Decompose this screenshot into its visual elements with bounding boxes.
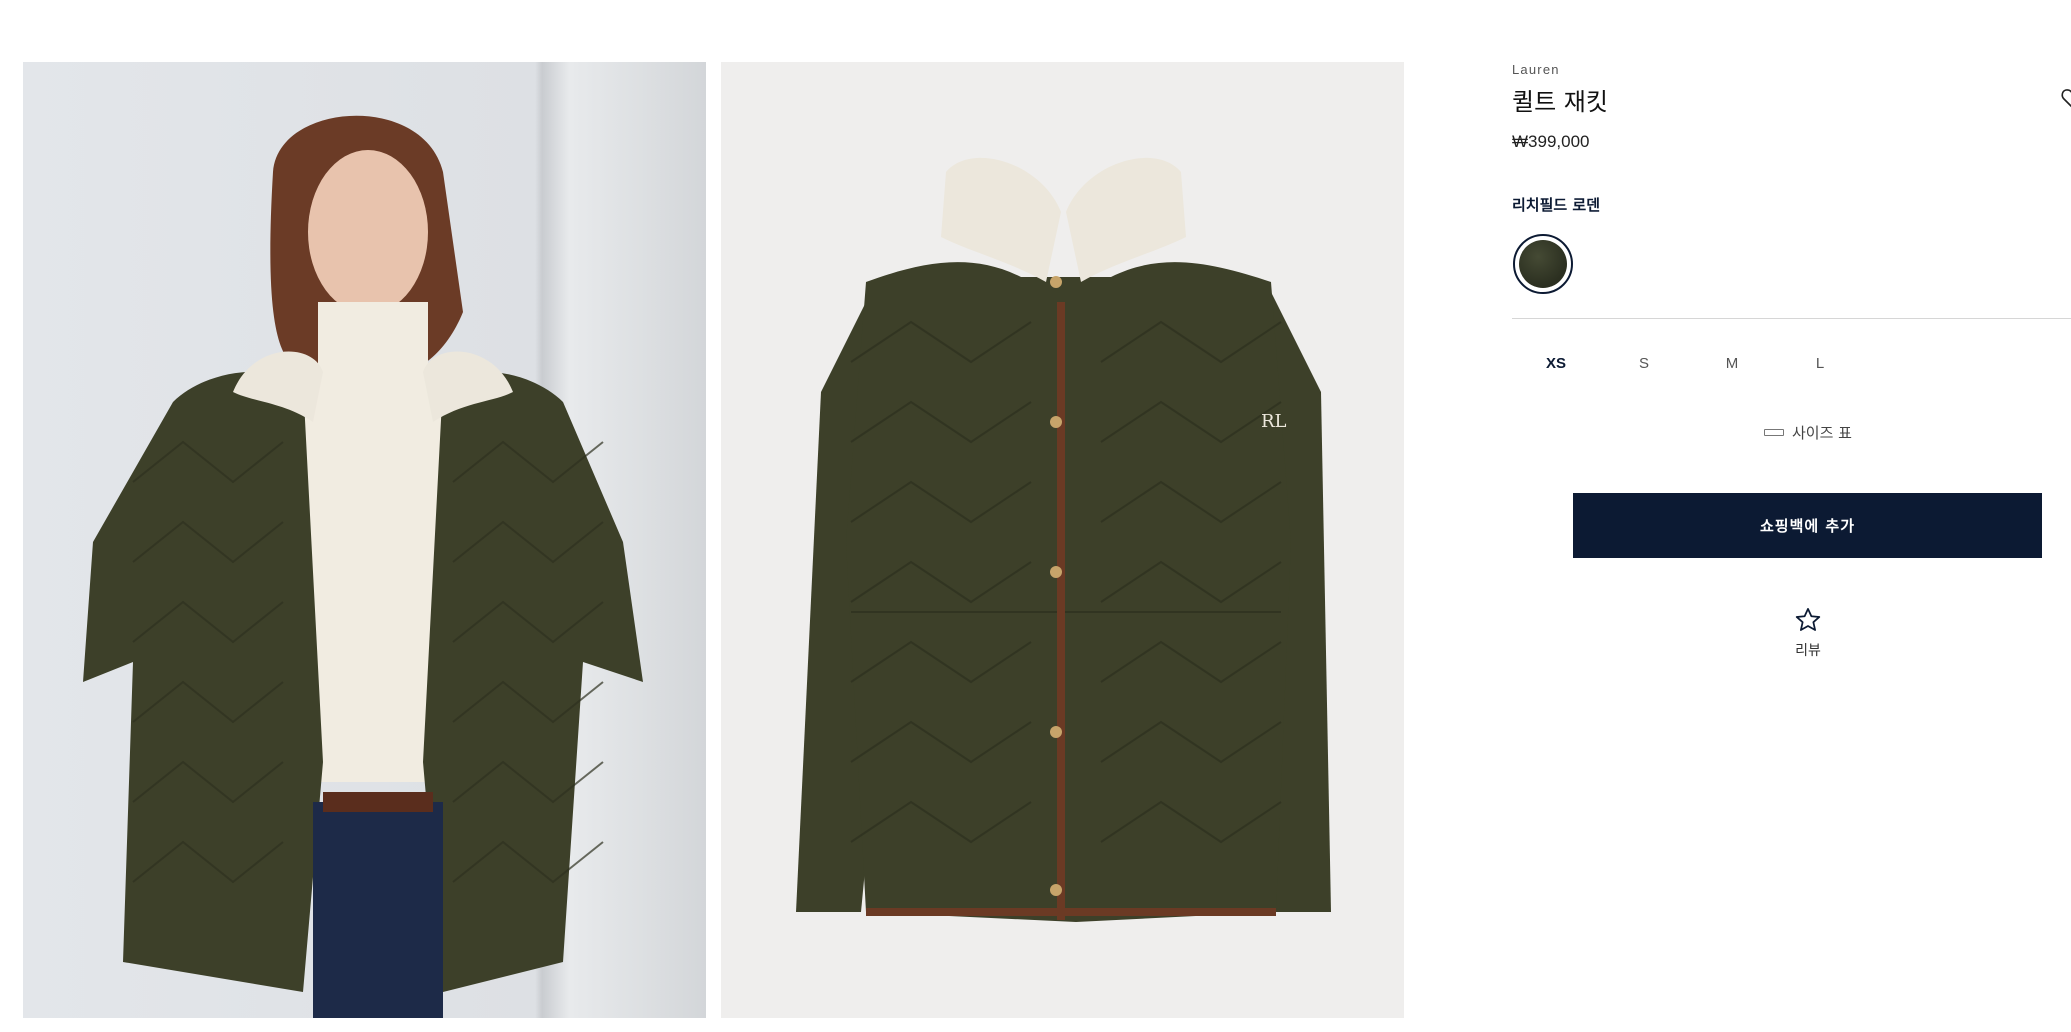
ruler-icon <box>1764 429 1784 436</box>
size-option-m[interactable]: M <box>1688 350 1776 376</box>
star-icon <box>1795 608 1821 631</box>
product-title: 퀼트 재킷 <box>1512 88 1608 116</box>
size-chart-link[interactable]: 사이즈 표 <box>1764 422 1852 443</box>
brand-name: Lauren <box>1512 62 1560 77</box>
size-option-s[interactable]: S <box>1600 350 1688 376</box>
size-selector: XS S M L <box>1512 350 1864 376</box>
heart-icon <box>2061 89 2071 108</box>
color-swatch-fill <box>1519 240 1567 288</box>
add-to-bag-button[interactable]: 쇼핑백에 추가 <box>1573 493 2042 558</box>
reviews-link[interactable]: 리뷰 <box>1778 606 1838 660</box>
color-name: 리치필드 로덴 <box>1512 196 1601 214</box>
reviews-label: 리뷰 <box>1795 643 1821 659</box>
product-price: ₩399,000 <box>1512 132 1590 151</box>
size-option-xs[interactable]: XS <box>1512 350 1600 376</box>
divider <box>1512 318 2071 319</box>
product-image-flat[interactable]: RL <box>721 62 1404 1018</box>
size-option-l[interactable]: L <box>1776 350 1864 376</box>
color-swatch-selected[interactable] <box>1513 234 1573 294</box>
product-image-model[interactable] <box>23 62 706 1018</box>
jacket-illustration: RL <box>796 157 1331 922</box>
wishlist-button[interactable] <box>2060 86 2071 110</box>
size-chart-label: 사이즈 표 <box>1792 424 1852 442</box>
svg-text:RL: RL <box>1261 411 1287 432</box>
model-illustration <box>83 115 643 1018</box>
